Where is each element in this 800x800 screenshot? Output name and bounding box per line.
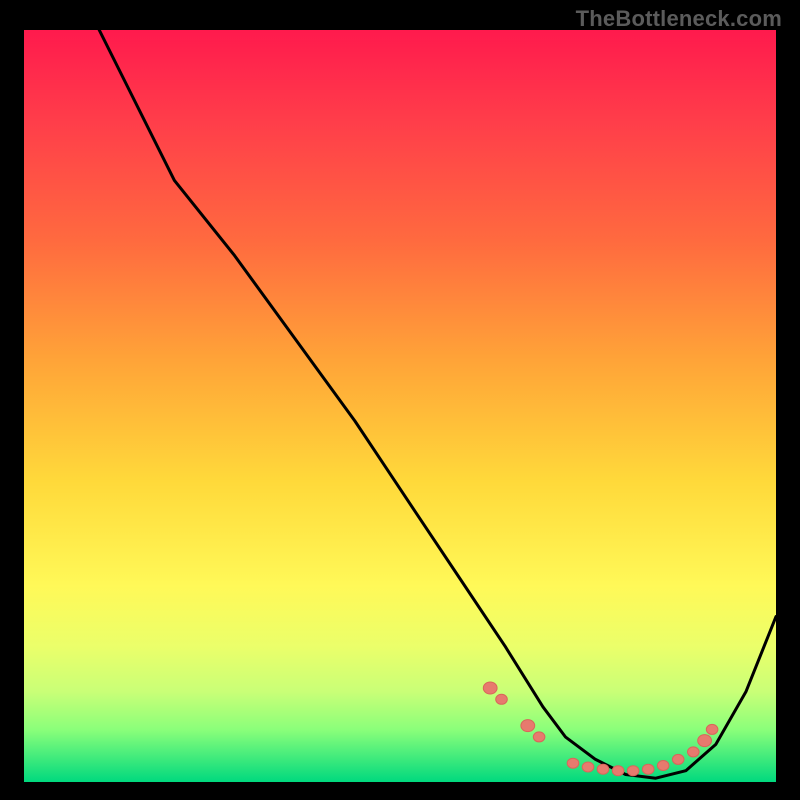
chart-svg (24, 30, 776, 782)
marker-point (567, 758, 579, 768)
chart-frame: TheBottleneck.com (0, 0, 800, 800)
marker-point (627, 766, 639, 776)
marker-point (642, 764, 654, 774)
marker-point (521, 720, 535, 732)
marker-point (483, 682, 497, 694)
marker-point (533, 732, 545, 742)
bottleneck-curve (24, 30, 776, 778)
marker-point (706, 724, 718, 734)
marker-point (657, 761, 669, 771)
plot-area (24, 30, 776, 782)
marker-point (582, 762, 594, 772)
marker-point (672, 754, 684, 764)
watermark-text: TheBottleneck.com (576, 6, 782, 32)
marker-point (612, 766, 624, 776)
marker-point (698, 735, 712, 747)
marker-point (496, 694, 508, 704)
marker-point (688, 747, 700, 757)
curve-layer (24, 30, 776, 778)
marker-point (597, 764, 609, 774)
